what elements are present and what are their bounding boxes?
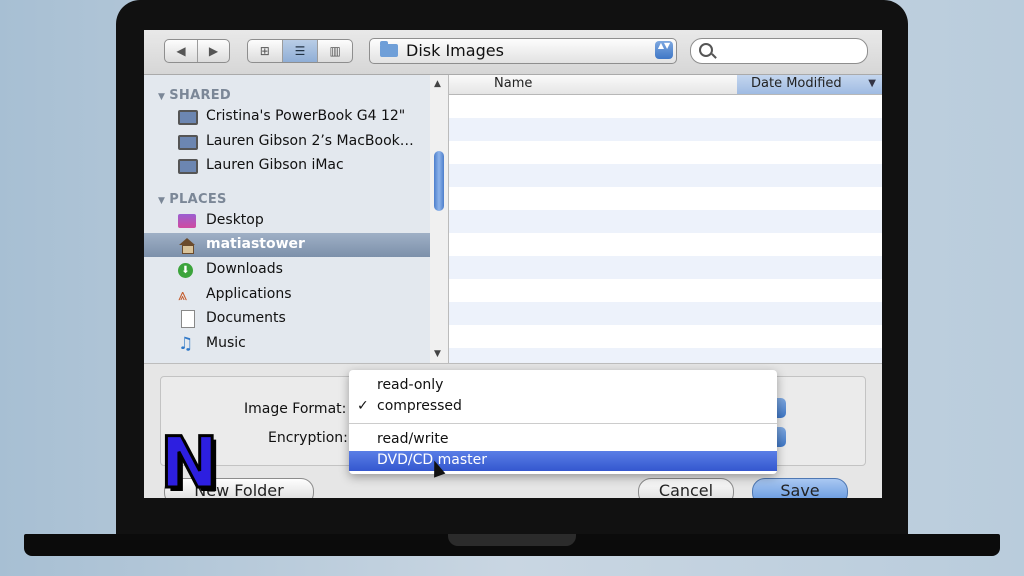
list-stripe [449,348,882,363]
location-label: Disk Images [406,41,504,60]
sidebar-item-label: Music [206,335,246,351]
search-field[interactable] [690,38,868,64]
menu-separator [349,423,777,424]
image-format-menu: read-only ✓ compressed read/write DVD/CD… [349,370,777,474]
columns-icon: ▥ [329,44,341,58]
computer-icon [178,110,198,125]
sidebar-item-label: matiastower [206,236,305,252]
documents-icon [181,310,195,328]
menu-item-read-only[interactable]: read-only [349,376,777,396]
forward-icon: ▶ [208,44,219,58]
back-button[interactable]: ◀ [165,40,198,62]
shared-header[interactable]: ▼ SHARED [158,88,231,103]
cancel-button[interactable]: Cancel [638,478,734,498]
sidebar-scrollbar[interactable]: ▲ ▼ [430,75,449,363]
back-icon: ◀ [176,44,186,58]
file-list[interactable]: Name Date Modified ▼ [449,75,882,363]
scroll-thumb[interactable] [434,151,444,211]
column-view-button[interactable]: ▥ [318,40,352,62]
history-control: ◀ ▶ [164,39,230,63]
downloads-icon: ⬇ [178,263,193,278]
list-stripe [449,302,882,325]
stepper-icon: ▲▼ [655,41,673,59]
view-control: ⊞ ☰ ▥ [247,39,353,63]
sidebar-item-documents[interactable]: Documents [144,307,430,331]
icon-view-button[interactable]: ⊞ [248,40,283,62]
disclosure-triangle-icon: ▼ [158,92,166,102]
encryption-popup[interactable] [776,427,786,447]
list-stripe [449,210,882,233]
sidebar-item-label: Applications [206,286,292,302]
grid-icon: ⊞ [259,44,270,58]
column-name-header[interactable]: Name [494,76,532,91]
disclosure-triangle-icon: ▼ [158,196,166,206]
sidebar-item-shared-1[interactable]: Lauren Gibson 2’s MacBook… [144,130,430,154]
laptop-notch [448,534,576,546]
desktop-icon [178,214,196,228]
sidebar-item-applications[interactable]: ⩓ Applications [144,283,430,307]
home-icon [178,238,196,254]
image-format-popup-arrow[interactable] [776,398,786,418]
scroll-down-arrow-icon[interactable]: ▼ [434,349,441,359]
list-view-button[interactable]: ☰ [282,40,319,62]
sort-arrow-icon: ▼ [868,78,876,89]
sidebar-item-label: Lauren Gibson iMac [206,157,344,173]
encryption-label: Encryption: [268,430,348,446]
sidebar-item-music[interactable]: ♫ Music [144,332,430,356]
toolbar: ◀ ▶ ⊞ ☰ ▥ Disk Images ▲▼ [144,30,882,75]
sidebar-item-label: Cristina's PowerBook G4 12" [206,108,406,124]
sidebar-item-label: Documents [206,310,286,326]
sidebar-item-shared-2[interactable]: Lauren Gibson iMac [144,154,430,178]
logo-letter: N [159,421,221,506]
sidebar-item-desktop[interactable]: Desktop [144,209,430,233]
computer-icon [178,135,198,150]
sidebar-item-label: Lauren Gibson 2’s MacBook… [206,133,414,149]
checkmark-icon: ✓ [357,398,369,414]
forward-button[interactable]: ▶ [198,40,229,62]
menu-item-compressed[interactable]: ✓ compressed [349,397,777,417]
column-date-header[interactable]: Date Modified ▼ [737,75,882,94]
computer-icon [178,159,198,174]
music-icon: ♫ [178,334,194,354]
sidebar-item-shared-0[interactable]: Cristina's PowerBook G4 12" [144,105,430,129]
sidebar-item-label: Downloads [206,261,283,277]
sidebar: ▼ SHARED Cristina's PowerBook G4 12" Laur… [144,75,431,363]
sidebar-item-home[interactable]: matiastower [144,233,430,257]
search-icon [699,43,713,57]
list-stripe [449,118,882,141]
sidebar-item-label: Desktop [206,212,264,228]
list-stripe [449,164,882,187]
column-header: Name Date Modified ▼ [449,75,882,95]
list-stripe [449,256,882,279]
places-header[interactable]: ▼ PLACES [158,192,227,207]
save-dialog: ◀ ▶ ⊞ ☰ ▥ Disk Images ▲▼ ▼ SHARED Cristin… [144,30,882,498]
list-icon: ☰ [294,44,306,58]
scroll-up-arrow-icon[interactable]: ▲ [434,79,441,89]
applications-icon: ⩓ [178,285,188,304]
image-format-label: Image Format: [244,401,347,417]
menu-item-read-write[interactable]: read/write [349,430,777,450]
save-button[interactable]: Save [752,478,848,498]
location-popup[interactable]: Disk Images ▲▼ [369,38,677,64]
folder-icon [380,41,398,57]
menu-item-dvd-cd-master[interactable]: DVD/CD master [349,451,777,471]
channel-logo: N [159,421,221,506]
sidebar-item-downloads[interactable]: ⬇ Downloads [144,258,430,282]
